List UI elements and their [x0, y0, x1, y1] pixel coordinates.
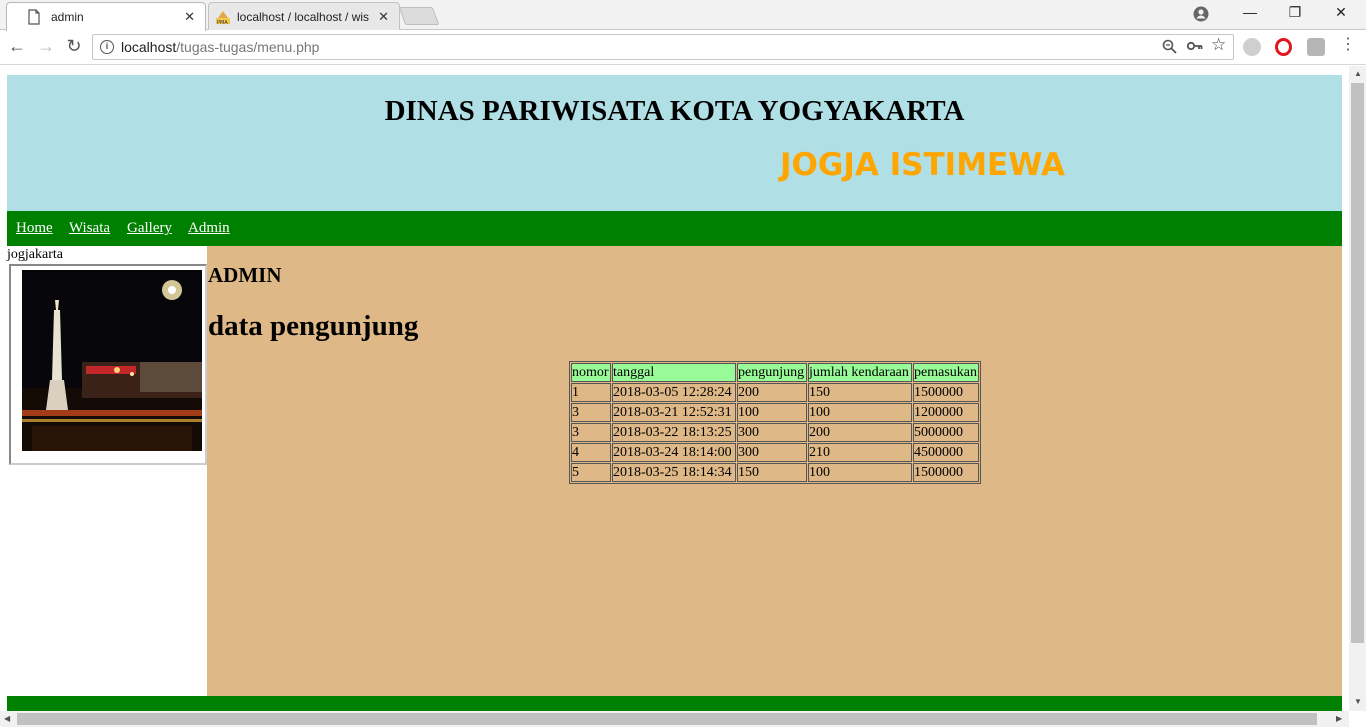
table-cell: 5000000: [913, 423, 979, 442]
page-icon: [28, 9, 40, 25]
url-path: /tugas-tugas/menu.php: [176, 39, 320, 55]
back-icon[interactable]: ←: [6, 36, 28, 57]
table-cell: 4500000: [913, 443, 979, 462]
table-cell: 100: [808, 463, 912, 482]
new-tab-button[interactable]: [398, 7, 440, 25]
table-row: 4 2018-03-24 18:14:00 300 210 4500000: [571, 443, 979, 462]
scroll-right-icon[interactable]: ▶: [1336, 714, 1342, 723]
site-header: DINAS PARIWISATA KOTA YOGYAKARTA JOGJA I…: [7, 75, 1342, 211]
site-footer: [7, 696, 1342, 711]
scroll-down-icon[interactable]: ▼: [1354, 697, 1362, 706]
table-cell: 210: [808, 443, 912, 462]
url-host: localhost: [121, 39, 177, 55]
sidebar-caption: jogjakarta: [7, 247, 63, 262]
close-window-icon[interactable]: ✕: [1331, 4, 1351, 21]
address-bar[interactable]: i localhost/tugas-tugas/menu.php: [92, 34, 1234, 60]
column-header: pemasukan: [913, 363, 979, 382]
site-tagline: JOGJA ISTIMEWA: [780, 147, 1066, 183]
horizontal-scroll-thumb[interactable]: [17, 713, 1317, 725]
table-cell: 300: [737, 443, 807, 462]
horizontal-scrollbar[interactable]: ◀ ▶: [0, 711, 1349, 727]
table-cell: 100: [808, 403, 912, 422]
tugu-night-photo: [22, 270, 202, 451]
restore-icon[interactable]: ❐: [1285, 4, 1305, 21]
info-icon[interactable]: i: [100, 40, 114, 54]
tab-phpmyadmin[interactable]: PMA localhost / localhost / wis ✕: [208, 2, 400, 30]
table-cell: 1200000: [913, 403, 979, 422]
tab-strip: admin ✕ PMA localhost / localhost / wis …: [0, 0, 1366, 31]
photo-frame: [9, 264, 207, 465]
table-cell: 150: [808, 383, 912, 402]
table-cell: 2018-03-25 18:14:34: [612, 463, 736, 482]
main-menu: Home Wisata Gallery Admin: [7, 211, 1342, 246]
table-row: 3 2018-03-22 18:13:25 300 200 5000000: [571, 423, 979, 442]
content-subheading: data pengunjung: [208, 310, 419, 342]
column-header: jumlah kendaraan: [808, 363, 912, 382]
zoom-icon[interactable]: [1162, 39, 1177, 54]
tab-admin[interactable]: admin ✕: [6, 2, 206, 31]
scroll-up-icon[interactable]: ▲: [1354, 69, 1362, 78]
table-cell: 1500000: [913, 463, 979, 482]
vertical-scroll-thumb[interactable]: [1351, 83, 1364, 643]
menu-kebab-icon[interactable]: ⋮: [1337, 34, 1359, 54]
svg-text:PMA: PMA: [217, 20, 228, 25]
table-cell: 150: [737, 463, 807, 482]
table-row: 5 2018-03-25 18:14:34 150 100 1500000: [571, 463, 979, 482]
profile-icon[interactable]: [1193, 6, 1209, 22]
forward-icon[interactable]: →: [35, 36, 57, 57]
visitor-data-table: nomor tanggal pengunjung jumlah kendaraa…: [569, 361, 981, 484]
close-tab-icon[interactable]: ✕: [184, 9, 195, 25]
table-cell: 1500000: [913, 383, 979, 402]
tab-title: admin: [51, 10, 84, 24]
table-cell: 4: [571, 443, 611, 462]
menu-link-home[interactable]: Home: [16, 220, 53, 237]
column-header: pengunjung: [737, 363, 807, 382]
menu-link-gallery[interactable]: Gallery: [127, 220, 172, 237]
table-cell: 3: [571, 403, 611, 422]
globe-extension-icon[interactable]: [1243, 38, 1261, 56]
key-icon[interactable]: [1187, 40, 1203, 52]
cube-extension-icon[interactable]: [1307, 38, 1325, 56]
menu-link-wisata[interactable]: Wisata: [69, 220, 110, 237]
sidebar: jogjakarta: [7, 246, 207, 696]
reload-icon[interactable]: ↻: [63, 36, 85, 57]
scroll-left-icon[interactable]: ◀: [4, 714, 10, 723]
page-viewport: DINAS PARIWISATA KOTA YOGYAKARTA JOGJA I…: [7, 75, 1342, 711]
table-cell: 5: [571, 463, 611, 482]
table-row: 1 2018-03-05 12:28:24 200 150 1500000: [571, 383, 979, 402]
minimize-icon[interactable]: —: [1240, 4, 1260, 20]
table-header-row: nomor tanggal pengunjung jumlah kendaraa…: [571, 363, 979, 382]
phpmyadmin-icon: PMA: [216, 10, 230, 25]
tab-title: localhost / localhost / wis: [237, 9, 370, 24]
column-header: nomor: [571, 363, 611, 382]
table-cell: 200: [737, 383, 807, 402]
table-cell: 2018-03-22 18:13:25: [612, 423, 736, 442]
menu-link-admin[interactable]: Admin: [188, 220, 230, 237]
table-cell: 1: [571, 383, 611, 402]
table-cell: 200: [808, 423, 912, 442]
table-cell: 3: [571, 423, 611, 442]
bookmark-star-icon[interactable]: ☆: [1211, 35, 1226, 55]
table-cell: 2018-03-05 12:28:24: [612, 383, 736, 402]
table-cell: 2018-03-21 12:52:31: [612, 403, 736, 422]
opera-extension-icon[interactable]: [1275, 38, 1292, 56]
table-cell: 2018-03-24 18:14:00: [612, 443, 736, 462]
table-cell: 300: [737, 423, 807, 442]
close-tab-icon[interactable]: ✕: [378, 9, 389, 25]
content-heading: ADMIN: [208, 263, 282, 287]
vertical-scrollbar[interactable]: ▲ ▼: [1349, 66, 1366, 711]
main-content: ADMIN data pengunjung nomor tanggal peng…: [207, 246, 1342, 696]
table-cell: 100: [737, 403, 807, 422]
column-header: tanggal: [612, 363, 736, 382]
table-row: 3 2018-03-21 12:52:31 100 100 1200000: [571, 403, 979, 422]
site-title: DINAS PARIWISATA KOTA YOGYAKARTA: [384, 95, 965, 127]
browser-toolbar: ← → ↻ i localhost/tugas-tugas/menu.php ☆…: [0, 30, 1366, 65]
